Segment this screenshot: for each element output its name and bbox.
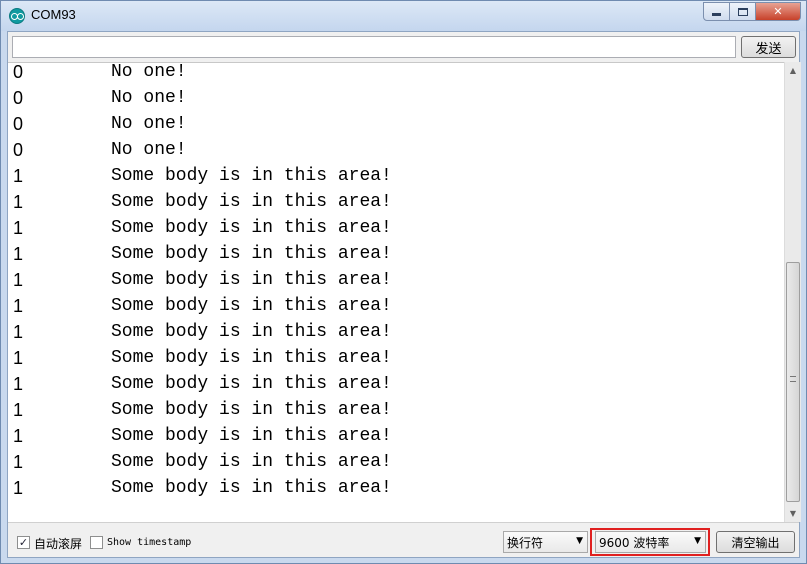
minimize-button[interactable] <box>703 2 730 21</box>
status-message: Some body is in this area! <box>111 400 392 420</box>
serial-monitor-client: 发送 0 No one! 0 No one! 0 No one! 0 No one! 1 Some… <box>7 31 801 558</box>
scroll-thumb[interactable] <box>786 262 800 502</box>
sensor-value: 1 <box>13 478 24 498</box>
window-controls: ✕ <box>703 2 801 22</box>
close-button[interactable]: ✕ <box>756 2 801 21</box>
baud-rate-select[interactable]: 9600 波特率 ▼ <box>595 531 706 553</box>
status-message: Some body is in this area! <box>111 478 392 498</box>
send-button[interactable]: 发送 <box>741 36 796 58</box>
autoscroll-checkbox[interactable]: ✓ <box>17 536 30 549</box>
sensor-value: 1 <box>13 192 24 212</box>
output-line: 0 No one! <box>13 62 783 88</box>
sensor-value: 1 <box>13 426 24 446</box>
title-bar[interactable]: COM93 ✕ <box>1 1 806 31</box>
window-title: COM93 <box>31 7 76 22</box>
status-message: Some body is in this area! <box>111 270 392 290</box>
chevron-down-icon: ▼ <box>576 536 583 546</box>
sensor-value: 1 <box>13 322 24 342</box>
status-message: No one! <box>111 114 187 134</box>
status-message: No one! <box>111 62 187 82</box>
autoscroll-label: 自动滚屏 <box>34 537 83 551</box>
output-line: 1 Some body is in this area! <box>13 296 783 322</box>
output-line: 1 Some body is in this area! <box>13 244 783 270</box>
output-line: 1 Some body is in this area! <box>13 478 783 504</box>
sensor-value: 0 <box>13 140 24 160</box>
sensor-value: 1 <box>13 374 24 394</box>
grip-icon <box>790 376 796 382</box>
status-message: Some body is in this area! <box>111 322 392 342</box>
sensor-value: 0 <box>13 88 24 108</box>
maximize-button[interactable] <box>730 2 756 21</box>
bottom-toolbar: ✓ 自动滚屏 Show timestamp 换行符 ▼ 9600 波特率 ▼ 清… <box>8 522 799 557</box>
status-message: Some body is in this area! <box>111 348 392 368</box>
scroll-down-icon[interactable]: ▼ <box>785 505 801 522</box>
line-ending-value: 换行符 <box>507 535 544 550</box>
output-line: 1 Some body is in this area! <box>13 270 783 296</box>
sensor-value: 1 <box>13 218 24 238</box>
status-message: Some body is in this area! <box>111 166 392 186</box>
status-message: Some body is in this area! <box>111 452 392 472</box>
timestamp-label: Show timestamp <box>107 537 192 548</box>
chevron-down-icon: ▼ <box>694 536 701 546</box>
output-line: 0 No one! <box>13 140 783 166</box>
maximize-icon <box>737 7 748 16</box>
sensor-value: 1 <box>13 296 24 316</box>
serial-monitor-window: COM93 ✕ 发送 0 No one! 0 No one! 0 No one! 0 No o… <box>0 0 807 564</box>
status-message: Some body is in this area! <box>111 374 392 394</box>
status-message: Some body is in this area! <box>111 192 392 212</box>
serial-output[interactable]: 0 No one! 0 No one! 0 No one! 0 No one! 1 Some bo… <box>8 62 784 522</box>
sensor-value: 1 <box>13 452 24 472</box>
baud-rate-value: 9600 波特率 <box>599 535 670 550</box>
clear-output-button[interactable]: 清空输出 <box>716 531 795 553</box>
send-input[interactable] <box>12 36 736 58</box>
status-message: Some body is in this area! <box>111 296 392 316</box>
status-message: No one! <box>111 88 187 108</box>
sensor-value: 1 <box>13 348 24 368</box>
status-message: Some body is in this area! <box>111 218 392 238</box>
output-line: 1 Some body is in this area! <box>13 218 783 244</box>
sensor-value: 0 <box>13 114 24 134</box>
status-message: Some body is in this area! <box>111 244 392 264</box>
output-line: 1 Some body is in this area! <box>13 348 783 374</box>
line-ending-select[interactable]: 换行符 ▼ <box>503 531 588 553</box>
sensor-value: 1 <box>13 270 24 290</box>
output-line: 1 Some body is in this area! <box>13 426 783 452</box>
output-line: 1 Some body is in this area! <box>13 322 783 348</box>
vertical-scrollbar[interactable]: ▲ ▼ <box>784 62 801 522</box>
sensor-value: 1 <box>13 244 24 264</box>
scroll-up-icon[interactable]: ▲ <box>785 62 801 79</box>
output-line: 1 Some body is in this area! <box>13 192 783 218</box>
output-line: 1 Some body is in this area! <box>13 166 783 192</box>
status-message: No one! <box>111 140 187 160</box>
sensor-value: 1 <box>13 400 24 420</box>
sensor-value: 1 <box>13 166 24 186</box>
status-message: Some body is in this area! <box>111 426 392 446</box>
arduino-icon <box>9 8 25 24</box>
minimize-icon <box>712 13 721 16</box>
output-line: 0 No one! <box>13 88 783 114</box>
output-line: 1 Some body is in this area! <box>13 452 783 478</box>
timestamp-checkbox[interactable] <box>90 536 103 549</box>
output-line: 1 Some body is in this area! <box>13 400 783 426</box>
output-line: 0 No one! <box>13 114 783 140</box>
output-line: 1 Some body is in this area! <box>13 374 783 400</box>
sensor-value: 0 <box>13 62 24 82</box>
close-icon: ✕ <box>773 5 783 18</box>
